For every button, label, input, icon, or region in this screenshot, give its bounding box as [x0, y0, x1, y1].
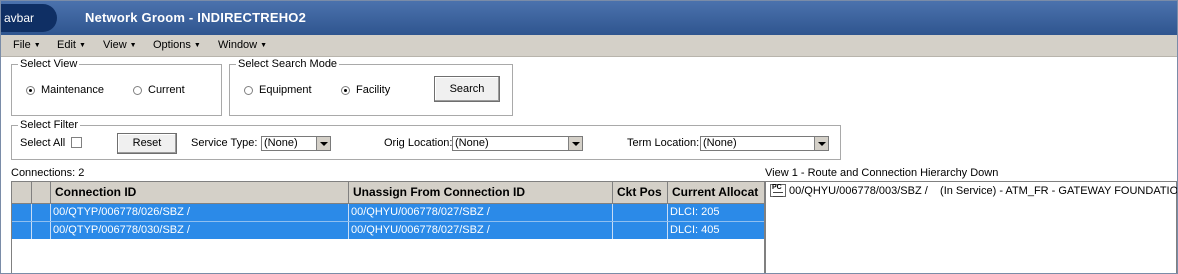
- chevron-down-icon: ▼: [78, 42, 86, 49]
- row-indicator[interactable]: [12, 204, 32, 221]
- title-bar: avbar Network Groom - INDIRECTREHO2: [1, 1, 1177, 35]
- radio-current[interactable]: Current: [133, 84, 185, 96]
- chevron-down-icon: ▼: [193, 42, 201, 49]
- radio-maintenance[interactable]: Maintenance: [26, 84, 104, 96]
- menu-view-label: View: [103, 39, 127, 51]
- filter-title: Select Filter: [18, 119, 81, 131]
- pc-connection-icon: PC: [770, 184, 786, 197]
- service-type-value: (None): [264, 137, 298, 149]
- radio-equipment[interactable]: Equipment: [244, 84, 312, 96]
- term-location-select[interactable]: (None): [700, 136, 829, 151]
- search-mode-group: Select Search Mode Equipment Facility Se…: [229, 58, 513, 116]
- ckt-pos-cell[interactable]: [613, 204, 668, 221]
- radio-facility-label: Facility: [356, 84, 391, 96]
- radio-button[interactable]: [244, 85, 253, 95]
- orig-location-value: (None): [455, 137, 489, 149]
- select-view-group: Select View Maintenance Current: [11, 58, 222, 116]
- app-window: avbar Network Groom - INDIRECTREHO2 File…: [0, 0, 1178, 274]
- select-all-label: Select All: [20, 137, 66, 149]
- row-select-cell[interactable]: [32, 222, 51, 239]
- menu-options-label: Options: [153, 39, 191, 51]
- filter-group: Select Filter Select All Reset Service T…: [11, 119, 841, 160]
- row-indicator-header: [12, 182, 32, 203]
- column-header-ckt-pos[interactable]: Ckt Pos: [613, 182, 668, 203]
- term-location-label: Term Location:: [627, 137, 700, 149]
- term-location-value: (None): [703, 137, 737, 149]
- row-indicator[interactable]: [12, 222, 32, 239]
- menu-file[interactable]: File ▼: [13, 39, 41, 51]
- hierarchy-tree: PC 00/QHYU/006778/003/SBZ / (In Service)…: [765, 181, 1177, 273]
- connections-count: Connections: 2: [11, 167, 85, 179]
- select-view-title: Select View: [18, 58, 80, 70]
- radio-button[interactable]: [133, 85, 142, 95]
- select-column-header[interactable]: [32, 182, 51, 203]
- service-type-label: Service Type:: [191, 137, 258, 149]
- table-row[interactable]: 00/QTYP/006778/030/SBZ / 00/QHYU/006778/…: [12, 221, 764, 239]
- menu-edit-label: Edit: [57, 39, 76, 51]
- menu-edit[interactable]: Edit ▼: [57, 39, 86, 51]
- service-type-select[interactable]: (None): [261, 136, 331, 151]
- pc-icon-text: PC: [772, 184, 782, 191]
- radio-facility[interactable]: Facility: [341, 84, 390, 96]
- dropdown-arrow-icon[interactable]: [316, 137, 330, 150]
- connection-id-cell[interactable]: 00/QTYP/006778/026/SBZ /: [51, 204, 349, 221]
- menu-window-label: Window: [218, 39, 258, 51]
- table-header: Connection ID Unassign From Connection I…: [12, 182, 764, 204]
- radio-button-selected[interactable]: [341, 85, 350, 95]
- tree-item[interactable]: 00/QHYU/006778/003/SBZ / (In Service) - …: [789, 185, 1177, 197]
- menu-view[interactable]: View ▼: [103, 39, 137, 51]
- radio-current-label: Current: [148, 84, 185, 96]
- menu-options[interactable]: Options ▼: [153, 39, 201, 51]
- dropdown-arrow-icon[interactable]: [568, 137, 582, 150]
- hierarchy-title: View 1 - Route and Connection Hierarchy …: [765, 167, 999, 179]
- unassign-from-cell[interactable]: 00/QHYU/006778/027/SBZ /: [349, 204, 613, 221]
- orig-location-label: Orig Location:: [384, 137, 453, 149]
- row-select-cell[interactable]: [32, 204, 51, 221]
- current-allocation-cell[interactable]: DLCI: 205: [668, 204, 764, 221]
- chevron-down-icon: ▼: [33, 42, 41, 49]
- connection-id-cell[interactable]: 00/QTYP/006778/030/SBZ /: [51, 222, 349, 239]
- menu-window[interactable]: Window ▼: [218, 39, 267, 51]
- current-allocation-cell[interactable]: DLCI: 405: [668, 222, 764, 239]
- column-header-current-allocation[interactable]: Current Allocat: [668, 182, 764, 203]
- ckt-pos-cell[interactable]: [613, 222, 668, 239]
- connections-table: Connection ID Unassign From Connection I…: [11, 181, 765, 273]
- column-header-unassign-from[interactable]: Unassign From Connection ID: [349, 182, 613, 203]
- radio-equipment-label: Equipment: [259, 84, 312, 96]
- unassign-from-cell[interactable]: 00/QHYU/006778/027/SBZ /: [349, 222, 613, 239]
- window-title: Network Groom - INDIRECTREHO2: [85, 10, 307, 25]
- menu-file-label: File: [13, 39, 31, 51]
- menu-bar: File ▼ Edit ▼ View ▼ Options ▼ Window ▼: [1, 35, 1177, 57]
- table-row[interactable]: 00/QTYP/006778/026/SBZ / 00/QHYU/006778/…: [12, 204, 764, 221]
- search-button[interactable]: Search: [434, 76, 500, 102]
- select-all-checkbox[interactable]: [71, 137, 82, 148]
- navbar-tab[interactable]: avbar: [1, 4, 57, 32]
- reset-button[interactable]: Reset: [117, 133, 177, 154]
- chevron-down-icon: ▼: [260, 42, 268, 49]
- chevron-down-icon: ▼: [129, 42, 137, 49]
- radio-button-selected[interactable]: [26, 85, 35, 95]
- search-mode-title: Select Search Mode: [236, 58, 340, 70]
- orig-location-select[interactable]: (None): [452, 136, 583, 151]
- dropdown-arrow-icon[interactable]: [814, 137, 828, 150]
- radio-maintenance-label: Maintenance: [41, 84, 104, 96]
- column-header-connection-id[interactable]: Connection ID: [51, 182, 349, 203]
